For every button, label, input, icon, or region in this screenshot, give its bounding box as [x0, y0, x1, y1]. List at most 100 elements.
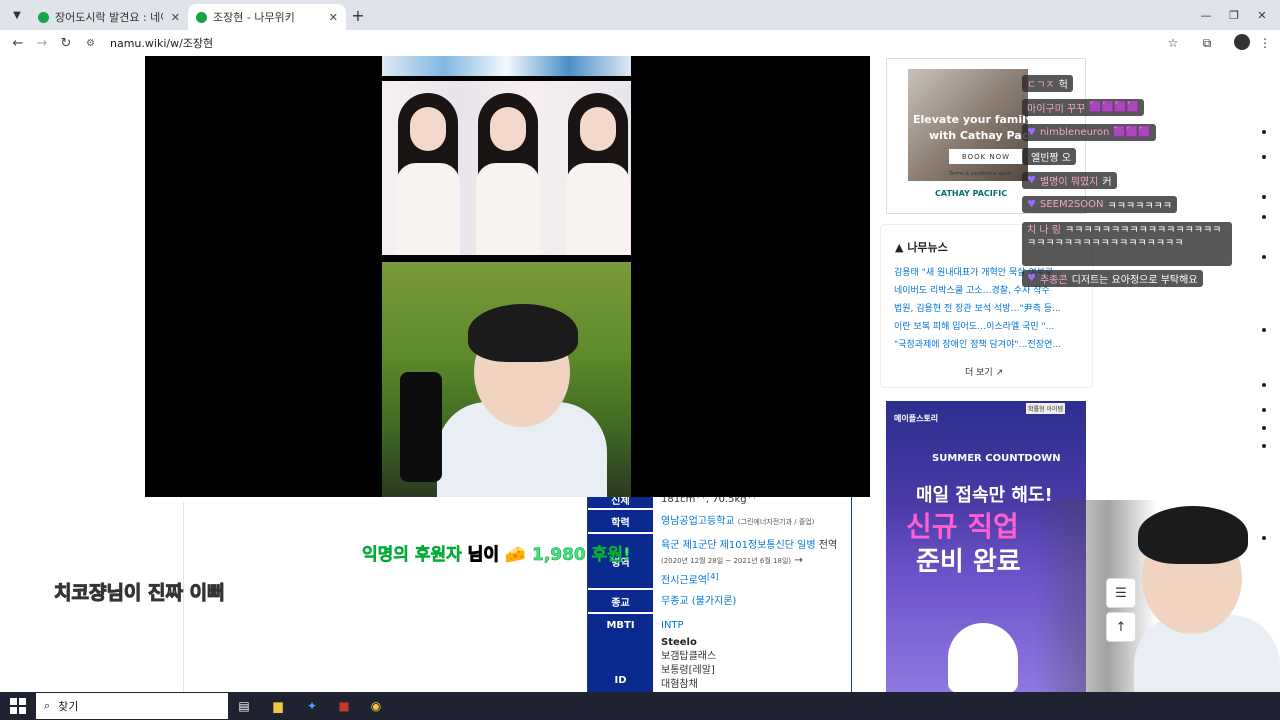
tab-namuwiki[interactable]: 조장현 - 나무위키 ✕: [188, 4, 346, 30]
news-item[interactable]: 이란 보복 피해 입어도…이스라엘 국민 "...: [894, 319, 1084, 332]
news-item[interactable]: 법원, 김용현 전 장관 보석 석방…"尹측 등...: [894, 301, 1084, 314]
ad-terms: Terms & conditions apply: [949, 171, 1012, 177]
list-bullet: [1262, 383, 1266, 387]
taskbar-search[interactable]: ⌕ 찾기: [36, 693, 228, 719]
task-view-icon[interactable]: ▤: [234, 696, 254, 716]
list-bullet: [1262, 130, 1266, 134]
heart-icon: ♥: [1027, 273, 1036, 284]
list-bullet: [1262, 328, 1266, 332]
id-value: 보갬탑클래스: [661, 651, 717, 662]
ad-headline: 신규 직업: [906, 510, 1019, 543]
mbti-link[interactable]: INTP: [661, 620, 684, 631]
infobox-row-mbti: MBTI INTP: [588, 614, 853, 636]
news-icon: ▲: [895, 241, 904, 254]
star-icon[interactable]: ☆: [1164, 34, 1182, 52]
url-text[interactable]: namu.wiki/w/조장현: [110, 35, 213, 51]
chevron-down-icon[interactable]: ▼: [8, 6, 26, 24]
scroll-top-button[interactable]: ↑: [1106, 612, 1136, 642]
infobox-row-education: 학력 영남공업고등학교 (그린에너지전기과 / 졸업): [588, 510, 853, 532]
infobox-row-id: ID Steelo 보갬탑클래스 보통령[레알] 대혐참채: [587, 636, 852, 692]
address-bar[interactable]: ⚙ namu.wiki/w/조장현: [86, 32, 1152, 54]
news-title: ▲ 나무뉴스: [895, 241, 948, 254]
infobox-label: 학력: [588, 510, 653, 532]
ad-headline: 매일 접속만 해도!: [916, 485, 1053, 506]
site-info-icon[interactable]: ⚙: [86, 38, 102, 49]
chat-message: 마이구미 꾸꾸 🟪🟪🟪🟪: [1022, 99, 1145, 116]
chat-message: ㄷㄱㅈ 헉: [1022, 75, 1073, 92]
new-tab-button[interactable]: +: [348, 5, 368, 25]
list-bullet: [1262, 444, 1266, 448]
namuwiki-favicon-icon: [196, 11, 207, 23]
id-value: 대혐참채: [661, 679, 698, 690]
video-clip-banner: [382, 56, 631, 76]
religion-link[interactable]: 무종교 (불가지론): [661, 596, 736, 607]
news-more-link[interactable]: 더 보기 ↗: [965, 365, 1003, 378]
footnote-link[interactable]: [4]: [707, 571, 719, 581]
list-bullet: [1262, 408, 1266, 412]
chat-message: ♥ 별명이 뭐였지 커: [1022, 172, 1117, 189]
military-link[interactable]: 육군 제1군단 제101정보통신단 일병: [661, 540, 816, 551]
news-item[interactable]: "국정과제에 장애인 정책 담겨야"…전장연...: [894, 337, 1084, 350]
school-link[interactable]: 영남공업고등학교: [661, 516, 735, 527]
streamer-figure: [382, 262, 631, 497]
chat-message: 엘빈짱 오: [1022, 148, 1076, 165]
close-icon[interactable]: ✕: [171, 11, 180, 24]
tab-label: 조장현 - 나무위키: [213, 11, 295, 24]
heart-icon: ♥: [1027, 127, 1036, 138]
list-bullet: [1262, 255, 1266, 259]
search-placeholder: 찾기: [58, 700, 79, 713]
stream-subtitle: 치코쟝님이 진짜 이뻐: [54, 582, 226, 605]
windows-start-icon[interactable]: [10, 698, 26, 714]
heart-icon: ♥: [1027, 175, 1036, 186]
list-bullet: [1262, 215, 1266, 219]
dancer-figure: [472, 93, 544, 255]
avatar[interactable]: [1234, 34, 1250, 50]
list-bullet: [1262, 195, 1266, 199]
school-note: (그린에너지전기과 / 졸업): [737, 518, 815, 526]
military-suffix: 전역: [815, 540, 838, 551]
dancer-figure: [562, 93, 631, 255]
infobox-label: ID: [588, 636, 653, 692]
list-bullet: [1262, 426, 1266, 430]
cheese-icon: 🧀: [504, 545, 527, 566]
infobox-label: MBTI: [588, 614, 653, 636]
ad-mascot: [948, 623, 1018, 692]
chrome-icon[interactable]: ◉: [366, 696, 386, 716]
webcam-person: [1034, 500, 1280, 692]
ad-tag: 확률형 아이템: [1026, 403, 1066, 414]
id-value: Steelo: [661, 637, 697, 648]
app-icon[interactable]: ✦: [302, 696, 322, 716]
video-clip-streamer: [382, 262, 631, 497]
close-window-icon[interactable]: ✕: [1252, 5, 1272, 25]
app-icon[interactable]: ■: [334, 696, 354, 716]
restore-icon[interactable]: ❐: [1224, 5, 1244, 25]
browser-toolbar: ← → ↻ ⚙ namu.wiki/w/조장현 ☆ ⧉ ⋮: [0, 30, 1280, 56]
forward-arrow-icon[interactable]: →: [32, 33, 52, 53]
close-icon[interactable]: ✕: [329, 11, 338, 24]
windows-taskbar: ⌕ 찾기 ▤ ▆ ✦ ■ ◉: [0, 692, 1280, 720]
chat-message: 치 나 링 ㅋㅋㅋㅋㅋㅋㅋㅋㅋㅋㅋㅋㅋㅋㅋㅋㅋㅋㅋㅋㅋㅋㅋㅋㅋㅋㅋㅋㅋㅋㅋㅋㅋㅋ: [1022, 222, 1232, 266]
chat-message: ♥ SEEM2SOON ㅋㅋㅋㅋㅋㅋㅋ: [1022, 196, 1177, 213]
dancer-figure: [392, 93, 464, 255]
minimize-icon[interactable]: —: [1196, 5, 1216, 25]
toc-button[interactable]: ☰: [1106, 578, 1136, 608]
infobox-label: 종교: [588, 590, 653, 612]
video-clip-dance: [382, 81, 631, 255]
ad-subtitle: SUMMER COUNTDOWN: [932, 453, 1061, 464]
tab-naver-cafe[interactable]: 장어도시락 발견요 : 네이버 카 ✕: [30, 4, 188, 30]
list-bullet: [1262, 155, 1266, 159]
kebab-menu-icon[interactable]: ⋮: [1256, 34, 1274, 52]
puzzle-icon[interactable]: ⧉: [1198, 34, 1216, 52]
military-extra-link[interactable]: 전시근로역: [661, 575, 707, 586]
heart-icon: ♥: [1027, 199, 1036, 210]
naver-favicon-icon: [38, 11, 49, 23]
arrow-right-icon: →: [794, 555, 803, 566]
file-explorer-icon[interactable]: ▆: [268, 696, 288, 716]
book-now-button[interactable]: BOOK NOW: [949, 149, 1023, 164]
chat-message: ♥ 추종콘 디저트는 요아정으로 부탁해요: [1022, 270, 1203, 287]
reload-icon[interactable]: ↻: [56, 33, 76, 53]
tab-label: 장어도시락 발견요 : 네이버 카: [55, 11, 163, 24]
chat-message: ♥ nimbleneuron 🟪🟪🟪: [1022, 124, 1156, 141]
ad-brand: 메이플스토리: [894, 414, 939, 423]
back-arrow-icon[interactable]: ←: [8, 33, 28, 53]
